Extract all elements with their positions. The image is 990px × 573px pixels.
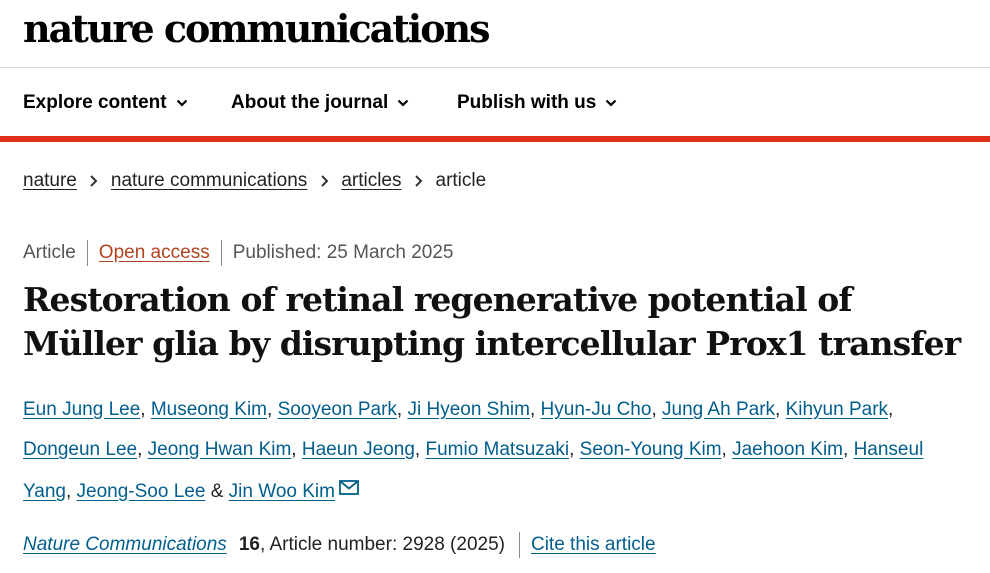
author-link[interactable]: Hyun-Ju Cho xyxy=(541,399,652,420)
breadcrumb-articles[interactable]: articles xyxy=(341,170,401,192)
citation-line: Nature Communications 16 , Article numbe… xyxy=(23,532,656,558)
author-link[interactable]: Jung Ah Park xyxy=(662,399,775,420)
meta-divider xyxy=(220,240,222,266)
author-link[interactable]: Jaehoon Kim xyxy=(732,439,843,460)
nav-item-label: About the journal xyxy=(231,92,389,113)
breadcrumb-nature-communications[interactable]: nature communications xyxy=(111,170,307,192)
author-conjunction: & xyxy=(210,481,224,502)
cite-article-link[interactable]: Cite this article xyxy=(531,534,656,556)
site-logo[interactable]: nature communications xyxy=(23,6,491,51)
nav-item-label: Publish with us xyxy=(457,92,597,113)
author-link-corresponding[interactable]: Jin Woo Kim xyxy=(229,481,335,502)
nav-accent-rule xyxy=(0,136,990,142)
article-type: Article xyxy=(23,242,76,263)
breadcrumb-nature[interactable]: nature xyxy=(23,170,77,192)
citation-divider xyxy=(518,532,520,558)
author-link[interactable]: Sooyeon Park xyxy=(278,399,397,420)
breadcrumb-current: article xyxy=(435,170,487,191)
breadcrumb: nature nature communications articles ar… xyxy=(23,170,486,192)
journal-link[interactable]: Nature Communications xyxy=(23,534,227,556)
main-nav: Explore content About the journal Publis… xyxy=(0,68,990,136)
article-title: Restoration of retinal regenerative pote… xyxy=(23,280,961,363)
chevron-down-icon xyxy=(176,98,188,108)
author-link[interactable]: Haeun Jeong xyxy=(302,439,415,460)
chevron-right-icon xyxy=(313,170,335,192)
chevron-right-icon xyxy=(83,170,105,192)
author-link[interactable]: Jeong Hwan Kim xyxy=(148,439,292,460)
meta-divider xyxy=(86,240,88,266)
open-access-link[interactable]: Open access xyxy=(99,242,210,264)
nav-item-label: Explore content xyxy=(23,92,167,113)
author-link[interactable]: Dongeun Lee xyxy=(23,439,137,460)
nav-explore-content[interactable]: Explore content xyxy=(23,92,188,114)
author-link[interactable]: Ji Hyeon Shim xyxy=(407,399,530,420)
author-link[interactable]: Kihyun Park xyxy=(786,399,888,420)
article-number: , Article number: 2928 (2025) xyxy=(259,534,505,555)
author-link[interactable]: Eun Jung Lee xyxy=(23,399,140,420)
envelope-icon[interactable] xyxy=(339,470,359,510)
volume-number: 16 xyxy=(238,534,260,555)
author-link[interactable]: Seon-Young Kim xyxy=(580,439,722,460)
author-link[interactable]: Jeong-Soo Lee xyxy=(77,481,206,502)
chevron-down-icon xyxy=(605,98,617,108)
nav-about-journal[interactable]: About the journal xyxy=(231,92,409,114)
nav-publish-with-us[interactable]: Publish with us xyxy=(457,92,617,114)
author-link[interactable]: Fumio Matsuzaki xyxy=(425,439,569,460)
chevron-right-icon xyxy=(408,170,430,192)
article-meta: Article Open access Published: 25 March … xyxy=(23,240,453,266)
published-date: Published: 25 March 2025 xyxy=(232,242,454,263)
site-header: nature communications xyxy=(0,0,990,68)
author-link[interactable]: Museong Kim xyxy=(151,399,267,420)
chevron-down-icon xyxy=(397,98,409,108)
author-list: Eun Jung Lee, Museong Kim, Sooyeon Park,… xyxy=(23,390,973,512)
